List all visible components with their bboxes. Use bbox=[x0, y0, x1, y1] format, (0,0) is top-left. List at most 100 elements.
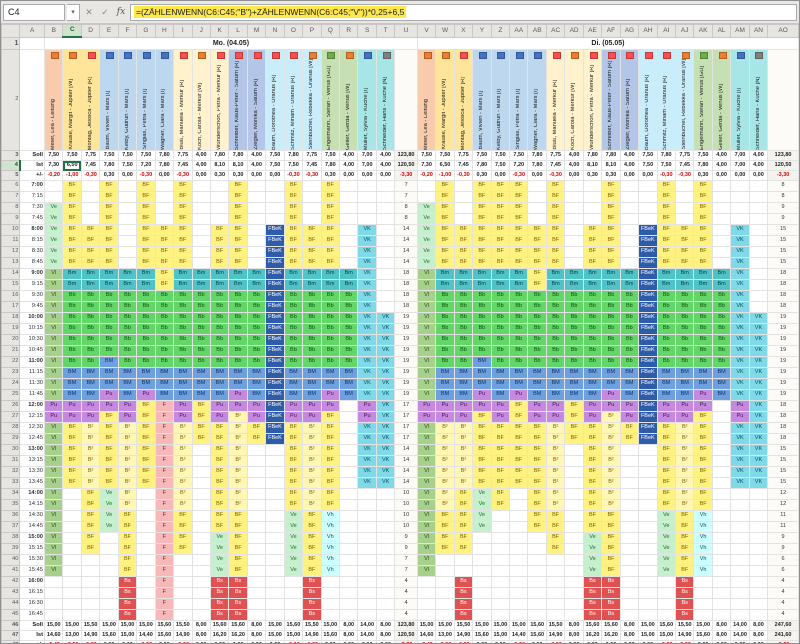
cell[interactable]: BF bbox=[453, 257, 474, 269]
cell[interactable] bbox=[619, 521, 640, 533]
cell[interactable]: 7,50 bbox=[136, 150, 156, 161]
cell[interactable]: BF bbox=[99, 257, 119, 269]
cell[interactable]: BM bbox=[62, 378, 82, 390]
cell[interactable]: Bs bbox=[582, 576, 603, 588]
column-letter[interactable]: J bbox=[191, 24, 211, 38]
cell[interactable]: BF bbox=[453, 235, 474, 247]
cell[interactable]: VK bbox=[375, 411, 396, 423]
cell[interactable]: -0,30 bbox=[173, 170, 193, 181]
cell[interactable] bbox=[80, 565, 101, 577]
cell[interactable]: BF bbox=[117, 554, 138, 566]
cell[interactable]: 0,30 bbox=[472, 170, 492, 181]
cell[interactable]: BM bbox=[564, 367, 584, 379]
cell[interactable]: Bm bbox=[656, 268, 676, 280]
cell[interactable]: BF bbox=[99, 180, 119, 192]
cell[interactable]: VK bbox=[730, 455, 750, 467]
cell[interactable]: 8,10 bbox=[209, 160, 230, 171]
column-letter[interactable]: A bbox=[19, 24, 46, 38]
cell[interactable]: BF bbox=[136, 400, 156, 412]
cell[interactable]: Bm bbox=[302, 268, 322, 280]
cell[interactable]: Bb bbox=[490, 356, 511, 368]
cell[interactable]: Ve bbox=[99, 521, 119, 533]
cell[interactable] bbox=[357, 598, 377, 610]
cell[interactable] bbox=[117, 191, 138, 203]
cell[interactable] bbox=[191, 455, 211, 467]
cell[interactable]: VK bbox=[375, 345, 396, 357]
cell[interactable]: B² bbox=[674, 499, 695, 511]
cell[interactable]: VK bbox=[748, 312, 769, 324]
cell[interactable]: BM bbox=[490, 378, 511, 390]
staff-name-header[interactable]: Schneider, Hans - Küche [N] bbox=[375, 49, 396, 151]
cell[interactable]: 7,45 bbox=[545, 160, 566, 171]
cell[interactable]: Ve bbox=[656, 565, 676, 577]
cell[interactable]: VK bbox=[375, 389, 396, 401]
cell[interactable]: Bs bbox=[117, 587, 138, 599]
cell[interactable]: BF bbox=[453, 521, 474, 533]
count-cell[interactable]: 9 bbox=[394, 532, 418, 544]
cell[interactable] bbox=[99, 543, 119, 555]
cell[interactable] bbox=[62, 598, 82, 610]
time-label[interactable]: 12:30 bbox=[19, 422, 46, 434]
cell[interactable]: 0,60 bbox=[472, 640, 492, 643]
cell[interactable]: B² bbox=[228, 411, 248, 423]
cell[interactable] bbox=[619, 598, 640, 610]
row-number[interactable]: 4 bbox=[1, 160, 21, 171]
cell[interactable] bbox=[619, 213, 640, 225]
cell[interactable]: BF bbox=[435, 235, 455, 247]
cell[interactable] bbox=[638, 477, 658, 489]
cell[interactable]: BM bbox=[693, 378, 713, 390]
cell[interactable]: 7,00 bbox=[357, 150, 377, 161]
cell[interactable]: -3,30 bbox=[394, 170, 418, 181]
cell[interactable] bbox=[191, 213, 211, 225]
row-label[interactable]: +/- bbox=[19, 170, 46, 181]
time-label[interactable]: 9:00 bbox=[19, 268, 46, 280]
cell[interactable]: Bb bbox=[117, 290, 138, 302]
cell[interactable]: 0,00 bbox=[730, 640, 750, 643]
cell[interactable]: Bm bbox=[62, 268, 82, 280]
cell[interactable] bbox=[748, 268, 769, 280]
cell[interactable]: BF bbox=[283, 191, 304, 203]
cell[interactable] bbox=[711, 477, 732, 489]
cell[interactable] bbox=[748, 532, 769, 544]
cell[interactable] bbox=[638, 455, 658, 467]
count-cell[interactable]: 17 bbox=[394, 400, 418, 412]
cell[interactable] bbox=[435, 565, 455, 577]
cell[interactable]: Bb bbox=[711, 312, 732, 324]
cell[interactable]: BM bbox=[191, 389, 211, 401]
cell[interactable]: BF bbox=[674, 565, 695, 577]
cell[interactable]: VK bbox=[730, 334, 750, 346]
cell[interactable]: Bb bbox=[711, 334, 732, 346]
cell[interactable]: Vl bbox=[416, 356, 437, 368]
cell[interactable]: 0,00 bbox=[730, 170, 750, 181]
cell[interactable]: B² bbox=[435, 422, 455, 434]
time-label[interactable]: 11:30 bbox=[19, 378, 46, 390]
cell[interactable]: Bm bbox=[509, 268, 529, 280]
cell[interactable]: BF bbox=[209, 224, 230, 236]
cell[interactable] bbox=[674, 180, 695, 192]
cell[interactable]: BF bbox=[656, 257, 676, 269]
cell[interactable]: B² bbox=[601, 411, 621, 423]
cell[interactable]: Bb bbox=[283, 334, 304, 346]
cell[interactable]: BF bbox=[453, 224, 474, 236]
cell[interactable]: Bb bbox=[173, 334, 193, 346]
cell[interactable] bbox=[711, 180, 732, 192]
cell[interactable] bbox=[730, 565, 750, 577]
cell[interactable] bbox=[619, 554, 640, 566]
cell[interactable]: 0,00 bbox=[527, 170, 547, 181]
cell[interactable]: VK bbox=[748, 400, 769, 412]
cell[interactable]: Pu bbox=[619, 400, 640, 412]
staff-name-header[interactable]: Montag, Jessica - Jupiter [R] bbox=[80, 49, 101, 151]
cell[interactable]: Bb bbox=[509, 301, 529, 313]
cell[interactable]: Bb bbox=[674, 290, 695, 302]
cell[interactable] bbox=[191, 521, 211, 533]
cell[interactable] bbox=[711, 532, 732, 544]
cell[interactable]: 7,80 bbox=[527, 150, 547, 161]
cell[interactable]: Bb bbox=[80, 312, 101, 324]
time-label[interactable]: 13:00 bbox=[19, 444, 46, 456]
cell[interactable]: 8,00 bbox=[711, 620, 732, 631]
cell[interactable]: 0,00 bbox=[357, 170, 377, 181]
cell[interactable] bbox=[154, 180, 175, 192]
cell[interactable] bbox=[527, 587, 547, 599]
cell[interactable] bbox=[246, 224, 267, 236]
count-cell[interactable]: 14 bbox=[394, 224, 418, 236]
